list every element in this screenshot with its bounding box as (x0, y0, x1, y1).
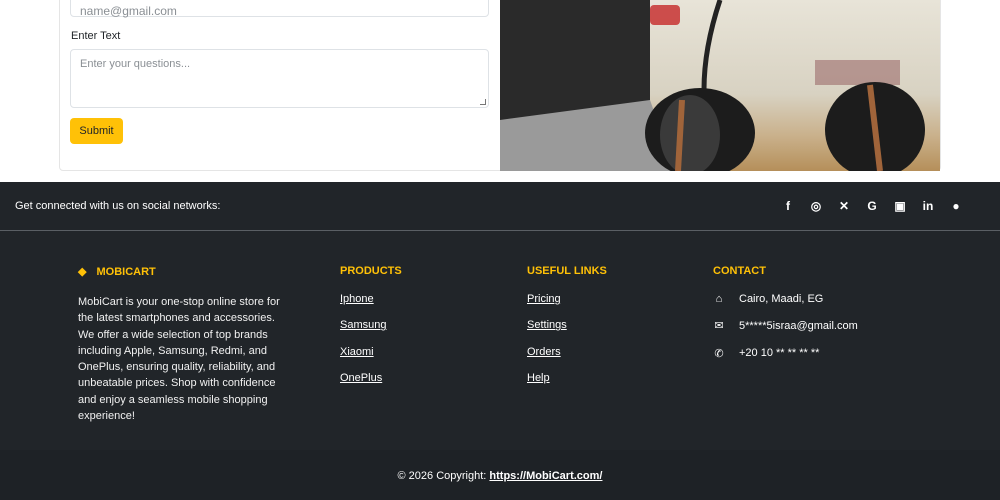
product-link-iphone[interactable]: Iphone (340, 293, 402, 305)
home-icon: ⌂ (715, 293, 723, 305)
useful-links-column: USEFUL LINKS Pricing Settings Orders Hel… (527, 265, 607, 398)
text-label: Enter Text (71, 30, 121, 42)
products-column: PRODUCTS Iphone Samsung Xiaomi OnePlus (340, 265, 402, 398)
link-pricing[interactable]: Pricing (527, 293, 607, 305)
gem-icon: ◆ (78, 266, 87, 278)
product-link-xiaomi[interactable]: Xiaomi (340, 346, 402, 358)
product-link-samsung[interactable]: Samsung (340, 319, 402, 331)
contact-address: Cairo, Maadi, EG (739, 293, 824, 305)
copyright-bar: © 2026 Copyright: https://MobiCart.com/ (0, 450, 1000, 500)
questions-textarea[interactable]: Enter your questions... (70, 49, 489, 108)
copyright-text: © 2026 Copyright: (397, 470, 487, 482)
phone-icon: ✆ (714, 347, 724, 360)
brand-description: MobiCart is your one-stop online store f… (78, 296, 280, 423)
contact-email: 5*****5israa@gmail.com (739, 319, 858, 332)
whatsapp-icon[interactable]: ◎ (809, 199, 823, 213)
social-text: Get connected with us on social networks… (15, 200, 221, 212)
brand-column: ◆ MOBICART MobiCart is your one-stop onli… (78, 265, 293, 424)
resize-handle[interactable] (480, 99, 486, 105)
github-icon[interactable]: ● (949, 199, 963, 213)
textarea-placeholder: Enter your questions... (80, 58, 191, 70)
products-title: PRODUCTS (340, 265, 402, 277)
brand-title: MOBICART (96, 265, 156, 278)
social-bar: Get connected with us on social networks… (0, 182, 1000, 231)
headphones-laptop-image (500, 0, 940, 171)
copyright-link[interactable]: https://MobiCart.com/ (489, 470, 602, 482)
contact-title: CONTACT (713, 265, 766, 277)
footer: Get connected with us on social networks… (0, 182, 1000, 500)
facebook-icon[interactable]: f (781, 199, 795, 213)
contact-phone: +20 10 ** ** ** ** (739, 347, 820, 360)
product-link-oneplus[interactable]: OnePlus (340, 372, 402, 384)
submit-button[interactable]: Submit (70, 118, 123, 144)
contact-column: CONTACT ⌂ Cairo, Maadi, EG ✉ 5*****5israa@… (713, 265, 858, 374)
link-orders[interactable]: Orders (527, 346, 607, 358)
instagram-icon[interactable]: ▣ (893, 199, 907, 213)
linkedin-icon[interactable]: in (921, 199, 935, 213)
link-help[interactable]: Help (527, 372, 607, 384)
x-icon[interactable]: ✕ (837, 199, 851, 213)
envelope-icon: ✉ (714, 320, 724, 333)
useful-links-title: USEFUL LINKS (527, 265, 607, 277)
google-icon[interactable]: G (865, 199, 879, 213)
link-settings[interactable]: Settings (527, 319, 607, 331)
email-input[interactable]: name@gmail.com (70, 0, 489, 18)
